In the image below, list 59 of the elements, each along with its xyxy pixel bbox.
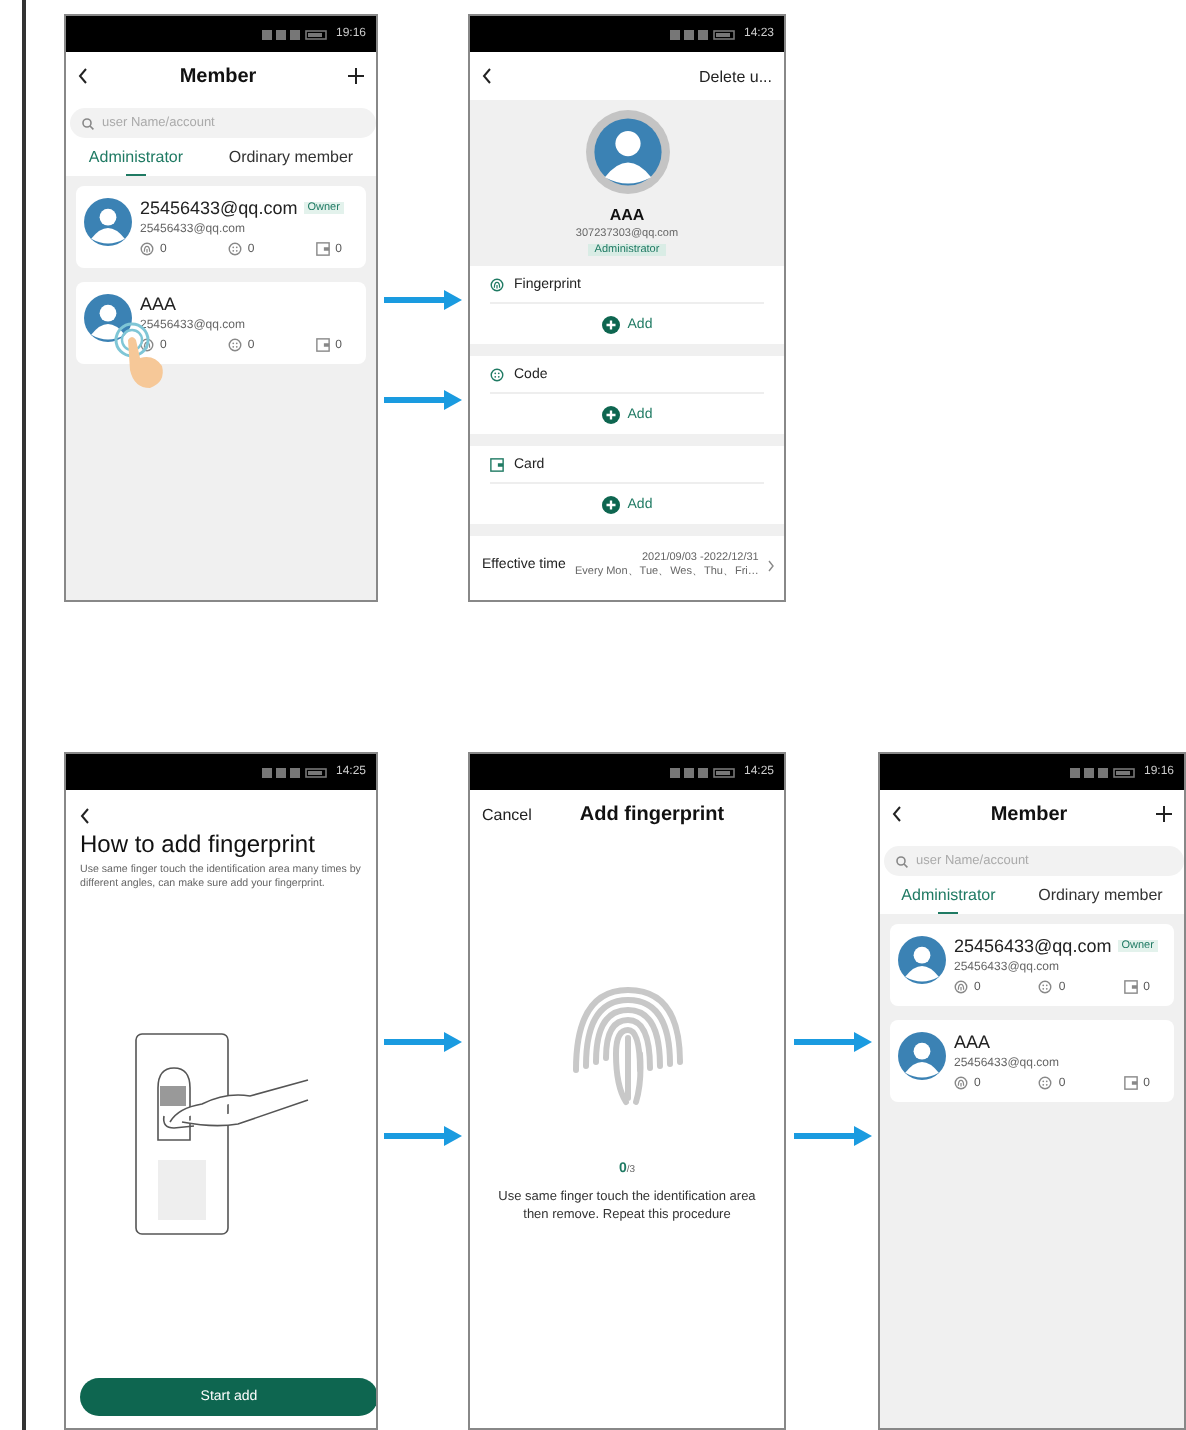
fingerprint-icon bbox=[490, 277, 504, 291]
plus-icon[interactable] bbox=[1155, 806, 1172, 822]
card-icon bbox=[490, 457, 504, 471]
fingerprint-icon bbox=[140, 338, 154, 352]
arrow bbox=[384, 390, 462, 410]
card-icon bbox=[315, 242, 330, 256]
status-icons bbox=[669, 767, 738, 777]
back-icon[interactable] bbox=[80, 808, 90, 824]
fingerprint-icon bbox=[140, 242, 154, 256]
member-name: AAA bbox=[140, 294, 177, 314]
member-name: 25456433@qq.com bbox=[140, 198, 298, 218]
fingerprint-drawing bbox=[569, 982, 685, 1106]
keypad-icon bbox=[227, 338, 242, 352]
status-icons bbox=[669, 29, 738, 39]
back-icon[interactable] bbox=[892, 806, 902, 822]
screen-title: Add fingerprint bbox=[579, 803, 725, 825]
plus-circle-icon bbox=[601, 315, 620, 333]
screen-title: Member bbox=[990, 803, 1068, 825]
tab[interactable]: Ordinary member bbox=[1038, 886, 1163, 914]
tab[interactable]: Ordinary member bbox=[228, 148, 354, 176]
avatar-icon bbox=[84, 198, 132, 246]
screen-title: Member bbox=[179, 65, 257, 87]
arrow bbox=[384, 1126, 462, 1146]
keypad-icon bbox=[1038, 980, 1053, 994]
card-icon bbox=[1123, 1076, 1138, 1090]
status-icons bbox=[1069, 767, 1138, 777]
cancel-button[interactable]: Cancel bbox=[482, 805, 532, 823]
fingerprint-icon bbox=[954, 1076, 968, 1090]
keypad-icon bbox=[1038, 1076, 1053, 1090]
avatar-icon bbox=[898, 936, 946, 984]
delete-user-button[interactable]: Delete u... bbox=[699, 67, 772, 85]
fingerprint-icon bbox=[954, 980, 968, 994]
status-icons bbox=[261, 767, 330, 777]
status-icons bbox=[261, 29, 330, 39]
plus-circle-icon bbox=[601, 405, 620, 423]
card-icon bbox=[315, 338, 330, 352]
back-icon[interactable] bbox=[78, 68, 88, 84]
back-icon[interactable] bbox=[482, 68, 492, 84]
avatar-icon bbox=[585, 110, 669, 194]
search-icon bbox=[82, 117, 94, 129]
member-name: 25456433@qq.com bbox=[954, 936, 1112, 956]
plus-circle-icon bbox=[601, 495, 620, 513]
arrow bbox=[384, 290, 462, 310]
avatar-icon bbox=[898, 1032, 946, 1080]
arrow bbox=[794, 1032, 872, 1052]
search-icon bbox=[896, 855, 908, 867]
member-name: AAA bbox=[609, 206, 645, 224]
page-title: How to add fingerprint bbox=[80, 830, 317, 858]
arrow bbox=[794, 1126, 872, 1146]
card-icon bbox=[1123, 980, 1138, 994]
plus-icon[interactable] bbox=[347, 68, 364, 84]
tab[interactable]: Administrator bbox=[88, 148, 184, 176]
keypad-icon bbox=[227, 242, 242, 256]
arrow bbox=[384, 1032, 462, 1052]
avatar-icon bbox=[84, 294, 132, 342]
chevron-icon bbox=[768, 559, 774, 571]
keypad-icon bbox=[490, 367, 504, 381]
tab[interactable]: Administrator bbox=[901, 886, 996, 914]
member-name: AAA bbox=[954, 1032, 991, 1052]
